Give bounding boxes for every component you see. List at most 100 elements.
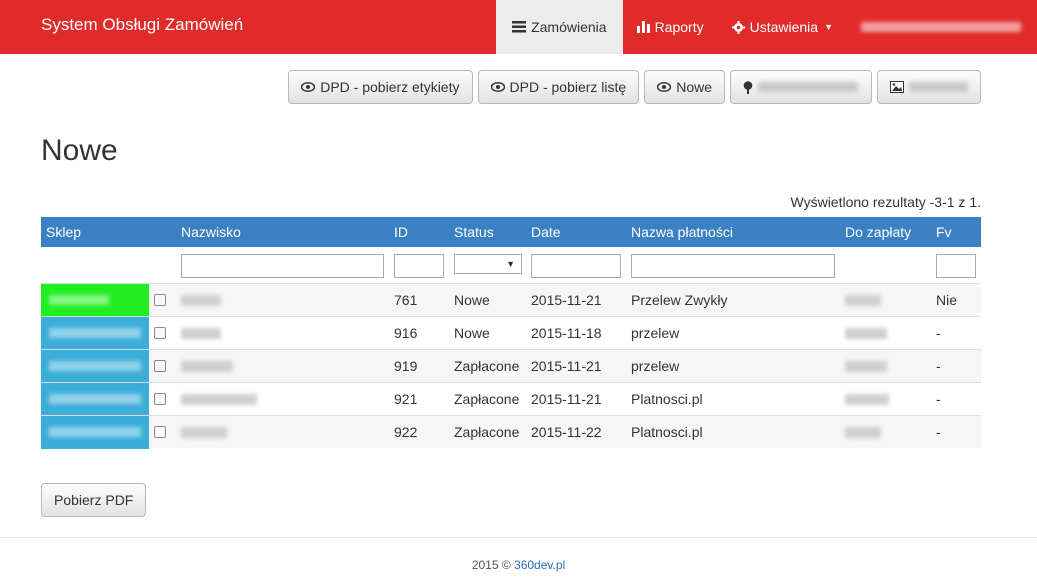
action-toolbar: DPD - pobierz etykiety DPD - pobierz lis… xyxy=(288,70,981,104)
cell-status: Zapłacone xyxy=(454,358,520,374)
col-payment[interactable]: Nazwa płatności xyxy=(631,224,733,240)
redacted-name xyxy=(181,295,221,306)
page-title: Nowe xyxy=(41,134,118,167)
filter-id-input[interactable] xyxy=(394,254,444,278)
table-row[interactable]: 921 Zapłacone 2015-11-21 Platnosci.pl - xyxy=(41,382,981,416)
redacted-shop xyxy=(49,427,141,437)
redacted-user xyxy=(861,22,1021,32)
nav-item-label: Raporty xyxy=(654,19,704,35)
redacted-amount xyxy=(845,295,881,306)
footer-text: 2015 © xyxy=(471,558,511,572)
filter-payment-input[interactable] xyxy=(631,254,835,278)
redacted-label xyxy=(909,82,968,92)
redacted-name xyxy=(181,394,257,405)
cell-id: 922 xyxy=(394,424,418,440)
nav-item-ustawienia[interactable]: Ustawienia ▼ xyxy=(718,0,847,54)
cell-id: 761 xyxy=(394,292,418,308)
col-sklep[interactable]: Sklep xyxy=(46,224,81,240)
redacted-amount xyxy=(845,328,887,339)
gear-icon xyxy=(731,20,745,34)
nav-user-menu[interactable] xyxy=(847,0,1037,54)
dpd-list-button[interactable]: DPD - pobierz listę xyxy=(477,70,640,104)
cell-date: 2015-11-21 xyxy=(531,391,602,407)
row-checkbox[interactable] xyxy=(154,426,166,438)
cell-payment: Platnosci.pl xyxy=(631,391,703,407)
filter-status-select[interactable]: ▼ xyxy=(454,254,522,274)
tree-icon xyxy=(743,80,753,94)
filter-fv-input[interactable] xyxy=(936,254,976,278)
cell-status: Nowe xyxy=(454,325,490,341)
orders-table: Sklep Nazwisko ID Status Date Nazwa płat… xyxy=(41,217,981,449)
dpd-labels-button[interactable]: DPD - pobierz etykiety xyxy=(288,70,473,104)
redacted-amount xyxy=(845,427,881,438)
table-row[interactable]: 919 Zapłacone 2015-11-21 przelew - xyxy=(41,349,981,383)
footer: 2015 © 360dev.pl xyxy=(0,558,1037,572)
table-row[interactable]: 916 Nowe 2015-11-18 przelew - xyxy=(41,316,981,350)
nav-item-label: Ustawienia xyxy=(749,19,819,35)
cell-status: Zapłacone xyxy=(454,391,520,407)
picture-button[interactable] xyxy=(877,70,981,104)
cell-status: Zapłacone xyxy=(454,424,520,440)
redacted-shop xyxy=(49,295,109,305)
redacted-name xyxy=(181,361,233,372)
nav-item-raporty[interactable]: Raporty xyxy=(623,0,718,54)
shop-cell xyxy=(41,284,149,317)
bar-chart-icon xyxy=(636,21,650,33)
cell-date: 2015-11-21 xyxy=(531,358,602,374)
col-status[interactable]: Status xyxy=(454,224,494,240)
cell-id: 919 xyxy=(394,358,418,374)
col-amount[interactable]: Do zapłaty xyxy=(845,224,911,240)
col-nazwisko[interactable]: Nazwisko xyxy=(181,224,241,240)
results-count: Wyświetlono rezultaty -3-1 z 1. xyxy=(790,194,982,210)
row-checkbox[interactable] xyxy=(154,393,166,405)
eye-icon xyxy=(657,82,672,92)
filter-date-input[interactable] xyxy=(531,254,621,278)
cell-date: 2015-11-21 xyxy=(531,292,602,308)
button-label: DPD - pobierz listę xyxy=(509,79,627,95)
nav-item-zamowienia[interactable]: Zamówienia xyxy=(496,0,623,54)
cell-payment: Przelew Zwykły xyxy=(631,292,728,308)
cell-fv: - xyxy=(936,358,941,374)
table-row[interactable]: 922 Zapłacone 2015-11-22 Platnosci.pl - xyxy=(41,415,981,449)
cell-payment: Platnosci.pl xyxy=(631,424,703,440)
cell-date: 2015-11-22 xyxy=(531,424,602,440)
brand-title[interactable]: System Obsługi Zamówień xyxy=(41,15,243,35)
redacted-shop xyxy=(49,361,141,371)
cell-id: 916 xyxy=(394,325,418,341)
cell-fv: - xyxy=(936,325,941,341)
redacted-name xyxy=(181,328,221,339)
cell-fv: - xyxy=(936,391,941,407)
footer-link[interactable]: 360dev.pl xyxy=(514,558,565,572)
nav-menu: Zamówienia Raporty Ustawienia ▼ xyxy=(496,0,1037,54)
shop-cell xyxy=(41,350,149,383)
cell-payment: przelew xyxy=(631,325,680,341)
picture-icon xyxy=(890,81,904,93)
row-checkbox[interactable] xyxy=(154,294,166,306)
nav-item-label: Zamówienia xyxy=(531,19,607,35)
button-label: DPD - pobierz etykiety xyxy=(320,79,460,95)
shop-cell xyxy=(41,416,149,449)
eye-icon xyxy=(490,82,505,92)
footer-divider xyxy=(0,537,1037,538)
table-row[interactable]: 761 Nowe 2015-11-21 Przelew Zwykły Nie xyxy=(41,283,981,317)
cell-fv: - xyxy=(936,424,941,440)
redacted-amount xyxy=(845,361,887,372)
col-date[interactable]: Date xyxy=(531,224,561,240)
cell-date: 2015-11-18 xyxy=(531,325,602,341)
redacted-label xyxy=(758,82,858,92)
redacted-amount xyxy=(845,394,889,405)
new-button[interactable]: Nowe xyxy=(644,70,725,104)
caret-down-icon: ▼ xyxy=(824,22,833,32)
download-pdf-button[interactable]: Pobierz PDF xyxy=(41,483,147,517)
filter-nazwisko-input[interactable] xyxy=(181,254,384,278)
tree-button[interactable] xyxy=(730,70,872,104)
row-checkbox[interactable] xyxy=(154,327,166,339)
button-label: Nowe xyxy=(676,79,712,95)
shop-cell xyxy=(41,383,149,416)
col-id[interactable]: ID xyxy=(394,224,408,240)
row-checkbox[interactable] xyxy=(154,360,166,372)
col-fv[interactable]: Fv xyxy=(936,224,952,240)
list-icon xyxy=(512,21,527,33)
redacted-name xyxy=(181,427,227,438)
navbar: System Obsługi Zamówień Zamówienia Rapor… xyxy=(0,0,1037,54)
